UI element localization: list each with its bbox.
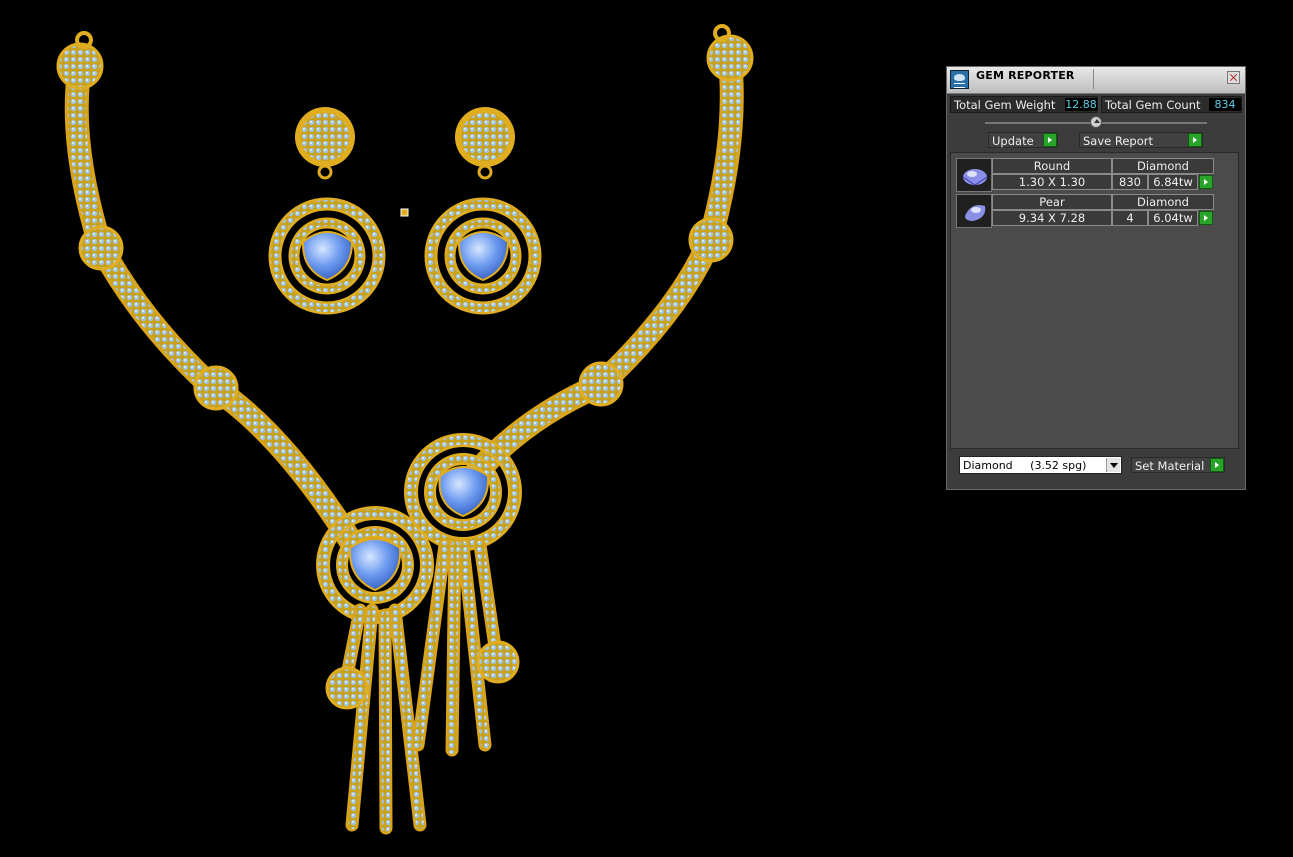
save-report-label: Save Report [1083,134,1154,148]
play-arrow-icon[interactable] [1210,458,1224,472]
pivot-marker[interactable] [400,208,409,217]
play-arrow-icon[interactable] [1199,211,1213,225]
update-label: Update [992,134,1034,148]
gem-count: 4 [1112,210,1148,226]
gem-row-round[interactable]: Round Diamond 1.30 X 1.30 830 6.84tw [956,158,1236,192]
play-arrow-icon[interactable] [1043,133,1057,147]
total-gem-count-label: Total Gem Count [1105,98,1201,112]
gem-list: Round Diamond 1.30 X 1.30 830 6.84tw Pea… [950,152,1239,449]
gem-count: 830 [1112,174,1148,190]
gem-reporter-icon [950,70,969,89]
total-gem-weight: Total Gem Weight 12.88 [950,96,1098,113]
gem-size: 9.34 X 7.28 [992,210,1112,226]
set-material-label: Set Material [1135,459,1205,473]
close-icon[interactable] [1227,71,1240,84]
round-gem-icon [956,158,992,192]
total-gem-weight-label: Total Gem Weight [954,98,1056,112]
slider-handle[interactable] [1090,116,1102,128]
gem-shape: Round [992,158,1112,174]
total-gem-count: Total Gem Count 834 [1101,96,1242,113]
title-bar[interactable]: GEM REPORTER [947,67,1245,94]
gem-size: 1.30 X 1.30 [992,174,1112,190]
set-material-button[interactable]: Set Material [1131,457,1225,473]
gem-material: Diamond [1112,158,1214,174]
total-gem-weight-value: 12.88 [1065,98,1097,111]
update-button[interactable]: Update [988,132,1058,148]
gem-shape: Pear [992,194,1112,210]
pendant-right [404,433,522,551]
save-report-button[interactable]: Save Report [1079,132,1203,148]
material-select-value: Diamond (3.52 spg) [963,459,1087,472]
gem-weight: 6.04tw [1148,210,1198,226]
earring-studs [295,107,515,180]
play-arrow-icon[interactable] [1188,133,1202,147]
chevron-down-icon[interactable] [1106,458,1120,472]
gem-weight: 6.84tw [1148,174,1198,190]
earring-drops [268,197,542,315]
material-select[interactable]: Diamond (3.52 spg) [959,456,1122,474]
pendant-left [316,506,434,624]
total-gem-count-value: 834 [1209,98,1241,111]
gem-material: Diamond [1112,194,1214,210]
play-arrow-icon[interactable] [1199,175,1213,189]
title-divider [1093,69,1094,89]
panel-title: GEM REPORTER [976,69,1075,82]
gem-reporter-panel: GEM REPORTER Total Gem Weight 12.88 Tota… [946,66,1246,490]
gem-row-pear[interactable]: Pear Diamond 9.34 X 7.28 4 6.04tw [956,194,1236,228]
pear-gem-icon [956,194,992,228]
